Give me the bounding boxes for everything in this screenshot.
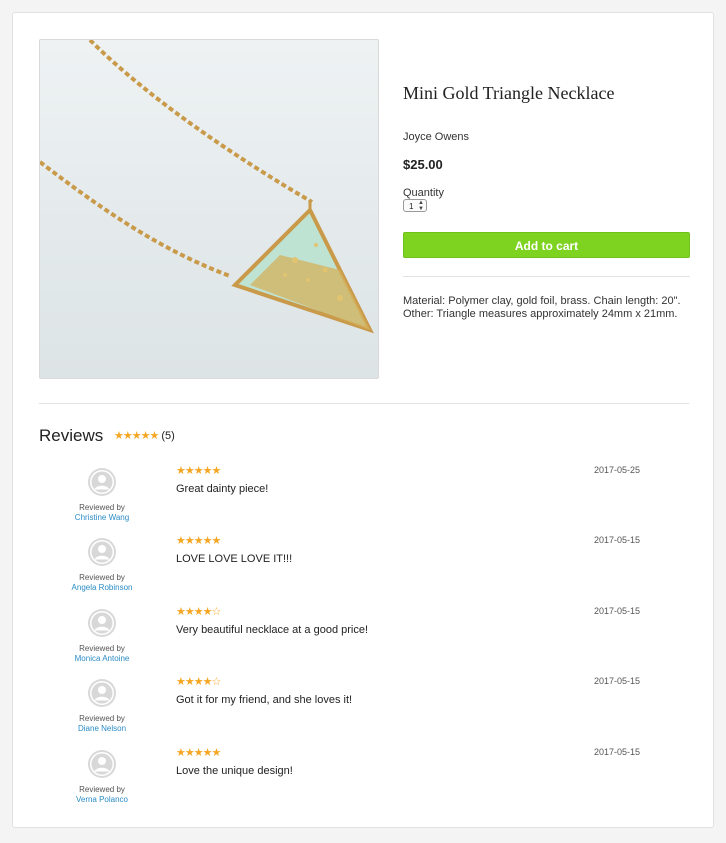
section-divider [39, 403, 689, 404]
review-stars-icon: ★★★★★ [176, 535, 221, 547]
reviewer-name[interactable]: Diane Nelson [39, 724, 165, 733]
review-text: Got it for my friend, and she loves it! [176, 694, 353, 706]
review-stars-icon: ★★★★☆ [176, 676, 221, 688]
review-stars-icon: ★★★★★ [176, 747, 221, 759]
rating-stars-icon: ★★★★★ [114, 430, 159, 442]
review-item: Reviewed by Angela Robinson ★★★★★ LOVE L… [39, 535, 689, 605]
reviewed-by-label: Reviewed by [79, 644, 125, 653]
review-text: Great dainty piece! [176, 483, 269, 495]
quantity-select[interactable]: 1 ▲ ▼ [403, 199, 427, 212]
description-line: Other: Triangle measures approximately 2… [403, 308, 678, 320]
avatar-icon [88, 679, 116, 707]
product-description: Material: Polymer clay, gold foil, brass… [403, 295, 693, 321]
review-date: 2017-05-15 [594, 747, 641, 757]
avatar-icon [88, 609, 116, 637]
quantity-value: 1 [409, 202, 414, 211]
avatar-icon [88, 750, 116, 778]
review-text: LOVE LOVE LOVE IT!!! [176, 553, 293, 565]
reviewed-by-label: Reviewed by [79, 573, 125, 582]
up-down-arrows-icon: ▲ ▼ [418, 200, 424, 212]
review-date: 2017-05-15 [594, 535, 641, 545]
review-item: Reviewed by Verna Polanco ★★★★★ Love the… [39, 747, 689, 817]
review-date: 2017-05-15 [594, 676, 641, 686]
review-text: Love the unique design! [176, 765, 293, 777]
review-stars-icon: ★★★★☆ [176, 606, 221, 618]
description-line: Material: Polymer clay, gold foil, brass… [403, 295, 681, 307]
reviewer-name[interactable]: Monica Antoine [39, 654, 165, 663]
reviewer-name[interactable]: Verna Polanco [39, 795, 165, 804]
reviewed-by-label: Reviewed by [79, 714, 125, 723]
divider [403, 276, 690, 277]
product-card: Mini Gold Triangle Necklace Joyce Owens … [12, 12, 714, 828]
review-date: 2017-05-15 [594, 606, 641, 616]
review-text: Very beautiful necklace at a good price! [176, 624, 369, 636]
review-date: 2017-05-25 [594, 465, 641, 475]
reviewer-name[interactable]: Christine Wang [39, 513, 165, 522]
review-item: Reviewed by Diane Nelson ★★★★☆ Got it fo… [39, 676, 689, 746]
review-item: Reviewed by Monica Antoine ★★★★☆ Very be… [39, 606, 689, 676]
product-title: Mini Gold Triangle Necklace [403, 83, 615, 103]
review-stars-icon: ★★★★★ [176, 465, 221, 477]
product-image[interactable] [39, 39, 379, 379]
product-price: $25.00 [403, 157, 443, 172]
reviewed-by-label: Reviewed by [79, 785, 125, 794]
reviews-summary: ★★★★★ (5) [114, 429, 175, 442]
reviewed-by-label: Reviewed by [79, 503, 125, 512]
reviews-heading: Reviews [39, 426, 104, 445]
seller-name[interactable]: Joyce Owens [403, 131, 469, 143]
add-to-cart-button[interactable]: Add to cart [403, 232, 690, 258]
necklace-illustration [40, 40, 374, 334]
reviewer-name[interactable]: Angela Robinson [39, 583, 165, 592]
avatar-icon [88, 538, 116, 566]
avatar-icon [88, 468, 116, 496]
review-item: Reviewed by Christine Wang ★★★★★ Great d… [39, 465, 689, 535]
review-count: (5) [161, 430, 175, 442]
quantity-label: Quantity [403, 187, 444, 199]
